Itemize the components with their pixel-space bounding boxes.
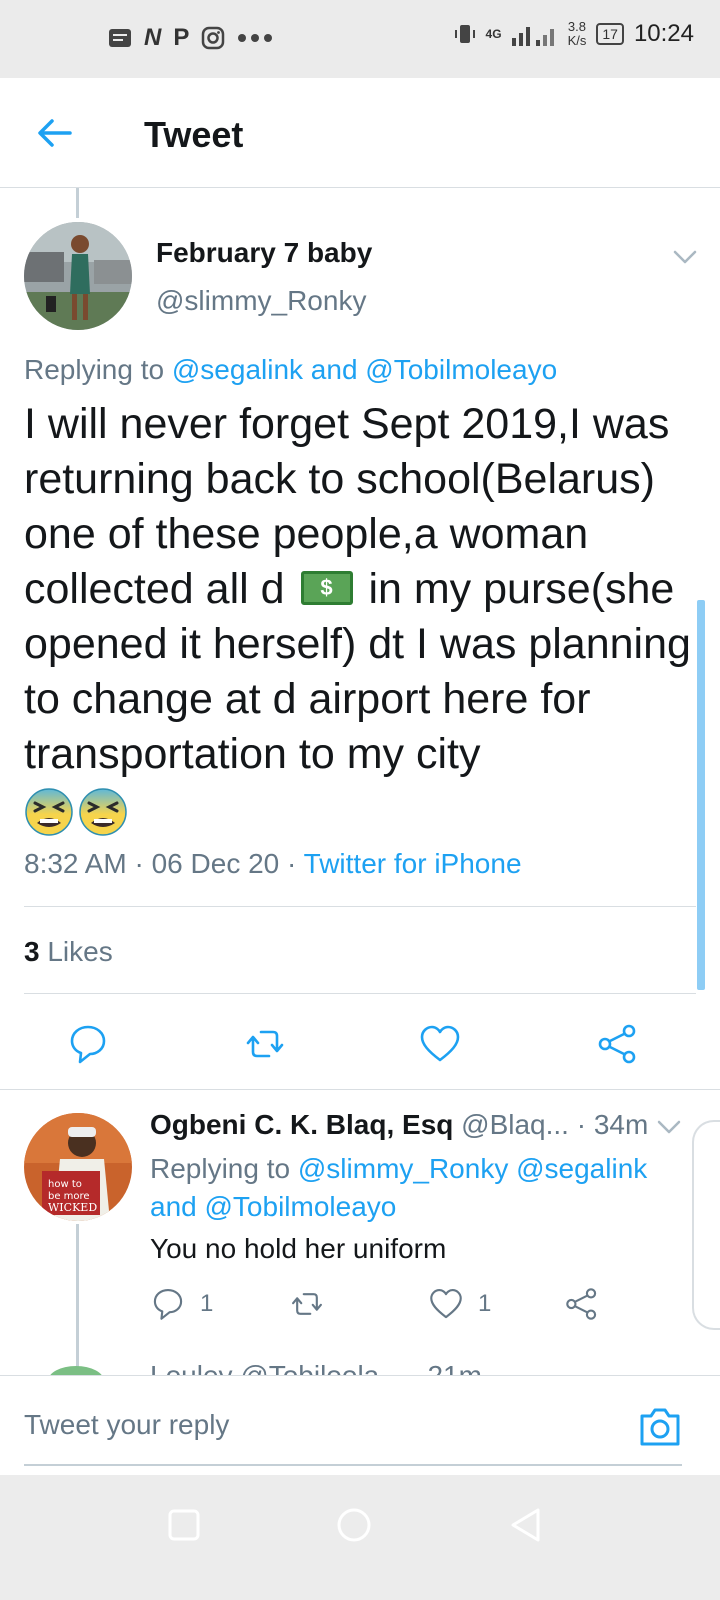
scroll-indicator[interactable]	[697, 600, 705, 990]
replying-to: Replying to @segalink and @Tobilmoleayo	[24, 354, 557, 386]
input-underline	[24, 1464, 682, 1466]
notification-icons: N P	[108, 24, 273, 52]
reply-author-name: Ogbeni C. K. Blaq, Esq	[150, 1109, 454, 1140]
reply-author-handle: @Blaq...	[453, 1109, 569, 1140]
author-name[interactable]: February 7 baby	[156, 237, 372, 269]
author-avatar[interactable]	[24, 222, 132, 330]
system-nav-bar	[0, 1475, 720, 1600]
reply-share-button[interactable]	[564, 1284, 600, 1324]
divider	[24, 906, 696, 907]
message-icon	[109, 29, 131, 47]
replying-to-links[interactable]: @segalink and @Tobilmoleayo	[172, 354, 557, 385]
retweet-icon	[292, 1293, 322, 1315]
page-title: Tweet	[144, 114, 244, 155]
reply-composer: Tweet your reply	[0, 1375, 720, 1475]
status-bar: N P 4G 3.8 K/s 17 10:24	[0, 0, 720, 78]
likes-number: 3	[24, 936, 40, 967]
svg-text:how to: how to	[48, 1179, 82, 1190]
next-reply-header: Louley @Tobiloola... · 21m	[150, 1360, 482, 1376]
vibrate-icon	[454, 25, 475, 43]
reply-reply-button[interactable]: 1	[150, 1284, 213, 1324]
share-icon	[566, 1288, 597, 1320]
reply-author-avatar[interactable]: how to be more WICKED	[24, 1113, 132, 1221]
likes-label: Likes	[39, 936, 113, 967]
next-reply-preview[interactable]: Louley @Tobiloola... · 21m	[0, 1360, 720, 1376]
camera-icon[interactable]	[638, 1406, 682, 1448]
section-separator	[0, 1089, 720, 1090]
speed-value: 3.8	[567, 19, 586, 34]
chevron-down-icon[interactable]	[656, 1114, 682, 1140]
signal-icon	[511, 27, 554, 46]
tweet-timestamp: 8:32 AM · 06 Dec 20 ·	[24, 848, 304, 879]
tweet-meta: 8:32 AM · 06 Dec 20 · Twitter for iPhone	[24, 848, 522, 880]
tired-face-emoji-icon	[79, 787, 127, 836]
thread-connector	[76, 188, 79, 218]
battery-indicator: 17	[596, 23, 624, 45]
more-dots-icon	[238, 34, 273, 42]
back-triangle-icon[interactable]	[506, 1505, 546, 1545]
top-app-bar: Tweet	[0, 78, 720, 188]
recents-square-icon[interactable]	[164, 1505, 204, 1545]
like-heart-icon[interactable]	[418, 1022, 462, 1066]
reply-text: You no hold her uniform	[150, 1233, 447, 1264]
chevron-down-icon[interactable]	[672, 244, 698, 270]
thread-connector	[76, 1224, 79, 1374]
likes-count[interactable]: 3 Likes	[24, 936, 113, 968]
author-handle[interactable]: @slimmy_Ronky	[156, 285, 366, 317]
n-app-icon: N	[144, 24, 162, 51]
reply-input[interactable]: Tweet your reply	[24, 1409, 229, 1441]
tweet-actions	[0, 1012, 720, 1076]
share-icon[interactable]	[596, 1022, 640, 1066]
replying-prefix: Replying to	[24, 354, 172, 385]
money-emoji-icon: $	[300, 570, 353, 605]
reply-header[interactable]: Ogbeni C. K. Blaq, Esq @Blaq... · 34m	[150, 1109, 648, 1141]
home-circle-icon[interactable]	[334, 1505, 374, 1545]
network-speed: 3.8 K/s	[568, 20, 587, 48]
divider	[24, 993, 696, 994]
speed-unit: K/s	[567, 33, 587, 48]
side-card-edge	[692, 1120, 720, 1330]
retweet-icon[interactable]	[243, 1022, 287, 1066]
instagram-icon	[202, 26, 225, 50]
reply-icon[interactable]	[66, 1022, 110, 1066]
reply-like-count: 1	[478, 1290, 492, 1317]
back-arrow-icon[interactable]	[34, 112, 76, 154]
reply-retweet-button[interactable]	[288, 1284, 326, 1324]
replying-prefix: Replying to	[150, 1153, 298, 1184]
reply-actions: 1 1	[150, 1284, 690, 1328]
reply-age: · 34m	[568, 1109, 649, 1140]
tweet-text: I will never forget Sept 2019,I was retu…	[24, 397, 700, 837]
system-status: 4G 3.8 K/s 17 10:24	[454, 20, 694, 48]
p-app-icon: P	[173, 24, 190, 51]
reply-replying-to: Replying to @slimmy_Ronky @segalink and …	[150, 1150, 690, 1226]
svg-text:WICKED: WICKED	[48, 1201, 97, 1214]
like-heart-icon	[430, 1289, 462, 1319]
reply-icon	[153, 1289, 183, 1320]
clock: 10:24	[633, 20, 694, 47]
network-type: 4G	[485, 27, 502, 41]
tweet-source-link[interactable]: Twitter for iPhone	[304, 848, 522, 879]
reply-count: 1	[200, 1290, 214, 1317]
reply-like-button[interactable]: 1	[428, 1284, 491, 1324]
tired-face-emoji-icon	[25, 787, 73, 836]
